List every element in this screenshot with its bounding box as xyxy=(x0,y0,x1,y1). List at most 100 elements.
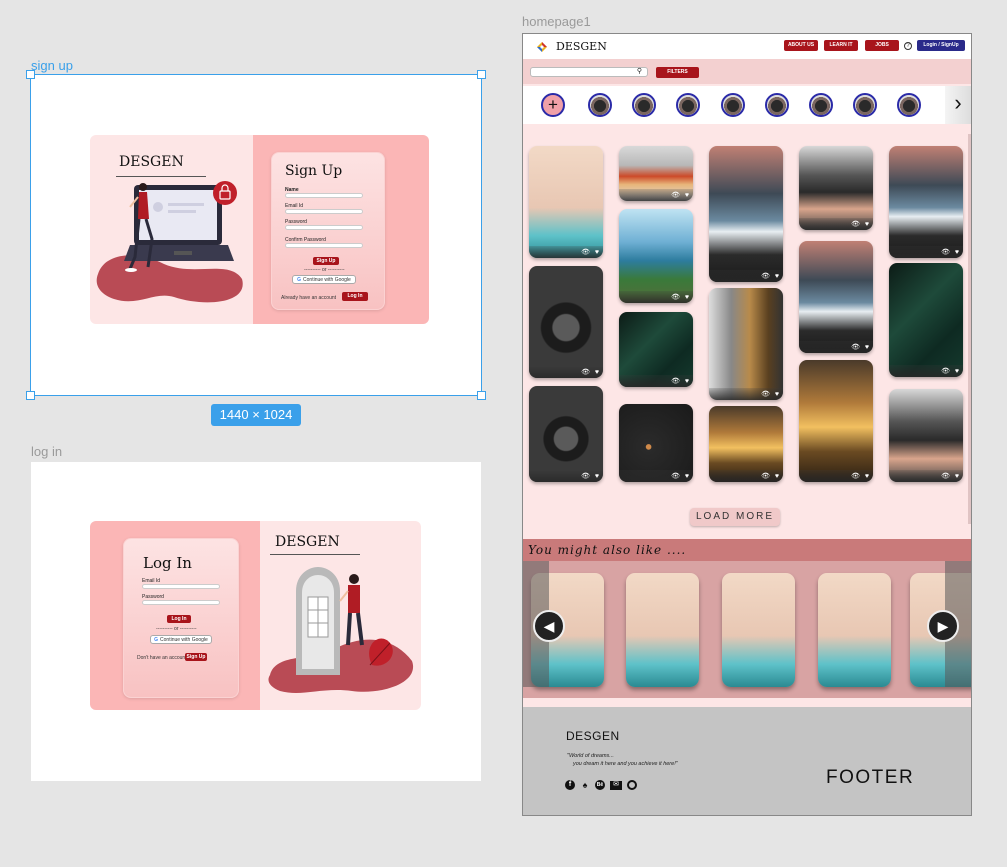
view-icon[interactable]: 👁 xyxy=(671,293,680,301)
view-icon[interactable]: 👁 xyxy=(941,248,950,256)
github-icon[interactable] xyxy=(627,780,637,790)
view-icon[interactable]: 👁 xyxy=(941,367,950,375)
load-more-button[interactable]: LOAD MORE xyxy=(690,508,780,526)
behance-icon[interactable]: Bē xyxy=(595,780,605,790)
carousel-card[interactable] xyxy=(626,573,699,687)
like-icon[interactable]: ♥ xyxy=(775,273,779,280)
homepage-frame-label[interactable]: homepage1 xyxy=(522,14,591,29)
like-icon[interactable]: ♥ xyxy=(955,473,959,480)
help-icon[interactable]: ? xyxy=(904,42,912,50)
category-item[interactable] xyxy=(588,93,612,117)
image-tile[interactable]: 👁 ♥ xyxy=(529,146,603,258)
like-icon[interactable]: ♥ xyxy=(775,391,779,398)
view-icon[interactable]: 👁 xyxy=(581,248,590,256)
image-tile[interactable]: 👁 ♥ xyxy=(619,209,693,303)
goto-signup-button[interactable]: Sign Up xyxy=(185,653,207,661)
search-input[interactable]: ⚲ xyxy=(530,67,648,77)
like-icon[interactable]: ♥ xyxy=(595,249,599,256)
twitter-icon[interactable]: ♠ xyxy=(580,780,590,790)
resize-handle-tr[interactable] xyxy=(477,70,486,79)
carousel-next-arrow-icon[interactable]: ▶ xyxy=(927,610,959,642)
view-icon[interactable]: 👁 xyxy=(851,472,860,480)
view-icon[interactable]: 👁 xyxy=(761,390,770,398)
category-item[interactable] xyxy=(809,93,833,117)
like-icon[interactable]: ♥ xyxy=(865,473,869,480)
resize-handle-bl[interactable] xyxy=(26,391,35,400)
category-item[interactable] xyxy=(676,93,700,117)
view-icon[interactable]: 👁 xyxy=(671,191,680,199)
category-item[interactable] xyxy=(897,93,921,117)
facebook-icon[interactable]: f xyxy=(565,780,575,790)
signup-frame-label[interactable]: sign up xyxy=(31,58,73,73)
like-icon[interactable]: ♥ xyxy=(595,473,599,480)
like-icon[interactable]: ♥ xyxy=(955,368,959,375)
login-email-field[interactable] xyxy=(142,584,220,589)
view-icon[interactable]: 👁 xyxy=(761,472,770,480)
view-icon[interactable]: 👁 xyxy=(671,472,680,480)
email-field[interactable] xyxy=(285,209,363,214)
view-icon[interactable]: 👁 xyxy=(941,472,950,480)
view-icon[interactable]: 👁 xyxy=(761,272,770,280)
image-tile[interactable]: 👁 ♥ xyxy=(619,312,693,387)
filters-button[interactable]: FILTERS xyxy=(656,67,699,78)
login-frame-label[interactable]: log in xyxy=(31,444,62,459)
image-tile[interactable]: 👁 ♥ xyxy=(529,386,603,482)
resize-handle-br[interactable] xyxy=(477,391,486,400)
goto-login-button[interactable]: Log In xyxy=(342,292,368,301)
search-icon[interactable]: ⚲ xyxy=(637,67,642,75)
like-icon[interactable]: ♥ xyxy=(685,378,689,385)
signup-submit-button[interactable]: Sign Up xyxy=(313,257,339,265)
image-tile[interactable]: 👁 ♥ xyxy=(799,146,873,230)
view-icon[interactable]: 👁 xyxy=(851,343,860,351)
like-icon[interactable]: ♥ xyxy=(955,249,959,256)
grid-scrollbar[interactable] xyxy=(968,134,971,524)
category-item[interactable] xyxy=(765,93,789,117)
view-icon[interactable]: 👁 xyxy=(851,220,860,228)
carousel-card[interactable] xyxy=(818,573,891,687)
login-frame[interactable]: Log In Email Id Password Log In --------… xyxy=(31,462,481,781)
image-tile[interactable]: 👁 ♥ xyxy=(529,266,603,378)
login-password-field[interactable] xyxy=(142,600,220,605)
homepage-frame[interactable]: DESGEN ABOUT US LEARN IT JOBS ? Login / … xyxy=(522,33,972,816)
image-tile[interactable]: 👁 ♥ xyxy=(889,389,963,482)
like-icon[interactable]: ♥ xyxy=(685,473,689,480)
like-icon[interactable]: ♥ xyxy=(685,192,689,199)
resize-handle-tl[interactable] xyxy=(26,70,35,79)
login-signup-button[interactable]: Login / SignUp xyxy=(917,40,965,51)
image-tile[interactable]: 👁 ♥ xyxy=(799,360,873,482)
like-icon[interactable]: ♥ xyxy=(595,369,599,376)
learn-it-button[interactable]: LEARN IT xyxy=(824,40,858,51)
image-tile[interactable]: 👁 ♥ xyxy=(709,146,783,282)
jobs-button[interactable]: JOBS xyxy=(865,40,899,51)
image-tile[interactable]: 👁 ♥ xyxy=(709,406,783,482)
mail-icon[interactable]: ✉ xyxy=(610,781,622,790)
like-icon[interactable]: ♥ xyxy=(685,294,689,301)
image-tile[interactable]: 👁 ♥ xyxy=(709,288,783,400)
google-login-button[interactable]: G Continue with Google xyxy=(150,635,212,644)
category-item[interactable] xyxy=(721,93,745,117)
like-icon[interactable]: ♥ xyxy=(865,221,869,228)
category-item[interactable] xyxy=(632,93,656,117)
category-item[interactable] xyxy=(853,93,877,117)
confirm-password-field[interactable] xyxy=(285,243,363,248)
view-icon[interactable]: 👁 xyxy=(671,377,680,385)
login-submit-button[interactable]: Log In xyxy=(167,615,191,623)
image-tile[interactable]: 👁 ♥ xyxy=(619,404,693,482)
carousel-prev-arrow-icon[interactable]: ◀ xyxy=(533,610,565,642)
name-field[interactable] xyxy=(285,193,363,198)
like-icon[interactable]: ♥ xyxy=(865,344,869,351)
image-tile[interactable]: 👁 ♥ xyxy=(889,263,963,377)
image-tile[interactable]: 👁 ♥ xyxy=(889,146,963,258)
about-us-button[interactable]: ABOUT US xyxy=(784,40,818,51)
carousel-card[interactable] xyxy=(722,573,795,687)
signup-frame[interactable]: DESGEN Sign Up Name Email Id Password Co… xyxy=(26,70,486,400)
view-icon[interactable]: 👁 xyxy=(581,368,590,376)
password-field[interactable] xyxy=(285,225,363,230)
add-category-button[interactable]: + xyxy=(541,93,565,117)
view-icon[interactable]: 👁 xyxy=(581,472,590,480)
image-tile[interactable]: 👁 ♥ xyxy=(619,146,693,201)
google-signup-button[interactable]: G Continue with Google xyxy=(292,275,356,284)
like-icon[interactable]: ♥ xyxy=(775,473,779,480)
category-next-arrow-icon[interactable]: › xyxy=(945,86,971,124)
image-tile[interactable]: 👁 ♥ xyxy=(799,241,873,353)
